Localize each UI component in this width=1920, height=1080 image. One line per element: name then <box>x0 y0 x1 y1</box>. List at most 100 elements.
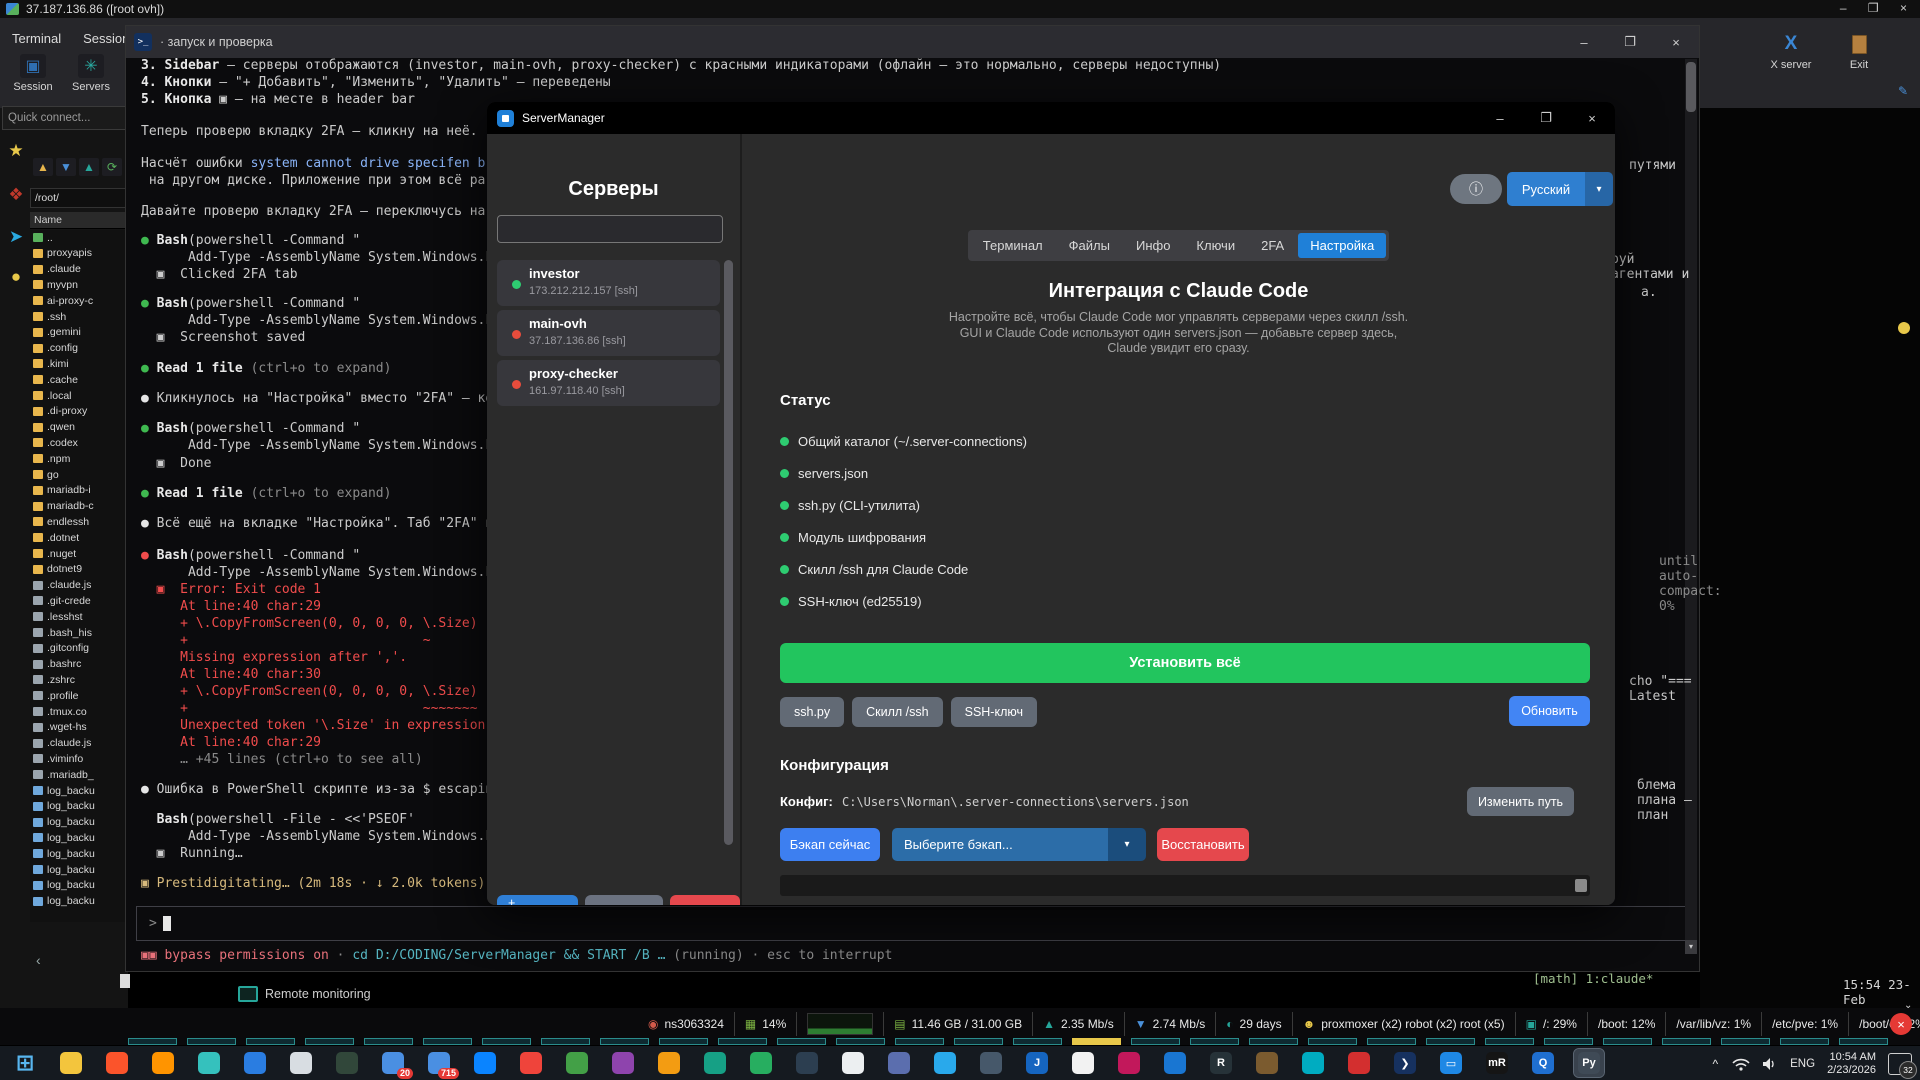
session-tab[interactable] <box>954 1038 1003 1045</box>
notification-center-icon[interactable]: 32 <box>1888 1053 1912 1075</box>
telegram-icon[interactable]: ➤ <box>3 224 29 250</box>
file-row[interactable]: .cache <box>30 372 127 387</box>
terminal-close-button[interactable]: × <box>1653 35 1699 50</box>
file-row[interactable]: .ssh <box>30 309 127 324</box>
file-row[interactable]: mariadb-i <box>30 483 127 498</box>
app-teal[interactable] <box>700 1049 730 1077</box>
volume-icon[interactable] <box>1762 1057 1778 1071</box>
server-search-input[interactable] <box>497 215 723 243</box>
app-indigo[interactable] <box>884 1049 914 1077</box>
session-tab[interactable] <box>659 1038 708 1045</box>
change-path-button[interactable]: Изменить путь <box>1467 787 1574 816</box>
brave-browser[interactable] <box>102 1049 132 1077</box>
session-tab[interactable] <box>1544 1038 1593 1045</box>
chrome-profile-1[interactable]: 20 <box>378 1049 408 1077</box>
app-blue-2[interactable] <box>470 1049 500 1077</box>
session-tab[interactable] <box>1603 1038 1652 1045</box>
file-row[interactable]: .kimi <box>30 356 127 371</box>
clock[interactable]: 10:54 AM 2/23/2026 <box>1827 1051 1876 1077</box>
server-item-main-ovh[interactable]: main-ovh37.187.136.86 [ssh] <box>497 310 720 356</box>
sm-minimize-button[interactable]: – <box>1477 111 1523 126</box>
log-bar[interactable] <box>780 875 1590 896</box>
file-row[interactable]: .zshrc <box>30 672 127 687</box>
app-light[interactable] <box>286 1049 316 1077</box>
file-row[interactable]: log_backu <box>30 878 127 893</box>
file-row[interactable]: go <box>30 467 127 482</box>
start-button[interactable]: ⊞ <box>10 1049 40 1077</box>
scrollbar-thumb[interactable] <box>1686 62 1696 112</box>
app-brown[interactable] <box>1252 1049 1282 1077</box>
file-row[interactable]: log_backu <box>30 894 127 909</box>
mremoteng[interactable]: mR <box>1482 1049 1512 1077</box>
add-server-button[interactable]: + Добавить <box>497 895 578 905</box>
jetbrains[interactable]: J <box>1022 1049 1052 1077</box>
file-row[interactable]: .. <box>30 230 127 245</box>
install-ssh-py-button[interactable]: ssh.py <box>780 697 844 727</box>
language-dropdown[interactable]: Русский ▾ <box>1507 172 1613 206</box>
session-tab[interactable] <box>1308 1038 1357 1045</box>
log-bar-scroll-thumb[interactable] <box>1575 879 1587 892</box>
x-server-button[interactable]: X X server <box>1764 32 1818 71</box>
file-row[interactable]: .claude.js <box>30 736 127 751</box>
menu-item-terminal[interactable]: Terminal <box>12 31 61 46</box>
session-tab[interactable] <box>246 1038 295 1045</box>
tab-настройка[interactable]: Настройка <box>1298 233 1386 258</box>
app-purple[interactable] <box>608 1049 638 1077</box>
refresh-icon[interactable]: ⟳ <box>102 158 122 176</box>
powershell[interactable]: ❯ <box>1390 1049 1420 1077</box>
file-row[interactable]: mariadb-c <box>30 499 127 514</box>
session-tab[interactable] <box>836 1038 885 1045</box>
tab-инфо[interactable]: Инфо <box>1124 233 1182 258</box>
file-row[interactable]: .tmux.co <box>30 704 127 719</box>
terminal-input-box[interactable]: > <box>136 906 1686 941</box>
quick-connect-input[interactable]: Quick connect... <box>2 106 129 130</box>
app-navy[interactable] <box>792 1049 822 1077</box>
terminal-maximize-button[interactable]: ❐ <box>1607 34 1653 50</box>
file-row[interactable]: endlessh <box>30 514 127 529</box>
session-tab[interactable] <box>1190 1038 1239 1045</box>
server-list-scrollbar[interactable] <box>724 260 733 845</box>
session-tab[interactable] <box>1013 1038 1062 1045</box>
session-tab[interactable] <box>305 1038 354 1045</box>
servermanager-titlebar[interactable]: ServerManager – ❐ × <box>487 102 1615 134</box>
tab-файлы[interactable]: Файлы <box>1057 233 1122 258</box>
file-row[interactable]: .lesshst <box>30 609 127 624</box>
mobaxterm-window-controls[interactable]: – ❐ × <box>1840 1 1916 15</box>
app-pink[interactable] <box>1114 1049 1144 1077</box>
tab-2fa[interactable]: 2FA <box>1249 233 1296 258</box>
file-row[interactable]: .nuget <box>30 546 127 561</box>
file-row[interactable]: log_backu <box>30 799 127 814</box>
download-icon[interactable]: ▼ <box>56 158 76 176</box>
file-row[interactable]: .dotnet <box>30 530 127 545</box>
session-tab[interactable] <box>187 1038 236 1045</box>
scroll-hint-chevron[interactable]: ⌄ <box>1904 1000 1912 1011</box>
anydesk[interactable] <box>516 1049 546 1077</box>
wifi-icon[interactable] <box>1732 1057 1750 1071</box>
scrollbar-down-arrow[interactable]: ▾ <box>1685 940 1697 954</box>
file-row[interactable]: ai-proxy-c <box>30 293 127 308</box>
app-red-2[interactable] <box>1344 1049 1374 1077</box>
session-tab[interactable] <box>718 1038 767 1045</box>
file-row[interactable]: .config <box>30 341 127 356</box>
app-dark-r[interactable]: R <box>1206 1049 1236 1077</box>
server-item-proxy-checker[interactable]: proxy-checker161.97.118.40 [ssh] <box>497 360 720 406</box>
app-green[interactable] <box>562 1049 592 1077</box>
info-button[interactable]: ⓘ <box>1450 174 1502 204</box>
restore-button[interactable]: Восстановить <box>1157 828 1249 861</box>
session-tab[interactable] <box>1839 1038 1888 1045</box>
session-tab[interactable] <box>1131 1038 1180 1045</box>
folder-up-icon[interactable]: ▲ <box>33 158 53 176</box>
session-tab[interactable] <box>423 1038 472 1045</box>
remote-monitoring-link[interactable]: Remote monitoring <box>238 986 371 1002</box>
app-blue-1[interactable] <box>240 1049 270 1077</box>
toolbar-servers-button[interactable]: ✳Servers <box>64 54 118 93</box>
session-tab[interactable] <box>541 1038 590 1045</box>
files-column-header[interactable]: Name <box>30 212 131 229</box>
session-tab[interactable] <box>1662 1038 1711 1045</box>
terminal-minimize-button[interactable]: – <box>1561 35 1607 50</box>
upload-icon[interactable]: ▲ <box>79 158 99 176</box>
file-row[interactable]: .bashrc <box>30 657 127 672</box>
file-row[interactable]: .qwen <box>30 420 127 435</box>
file-row[interactable]: log_backu <box>30 783 127 798</box>
path-input[interactable]: /root/ <box>30 188 130 208</box>
